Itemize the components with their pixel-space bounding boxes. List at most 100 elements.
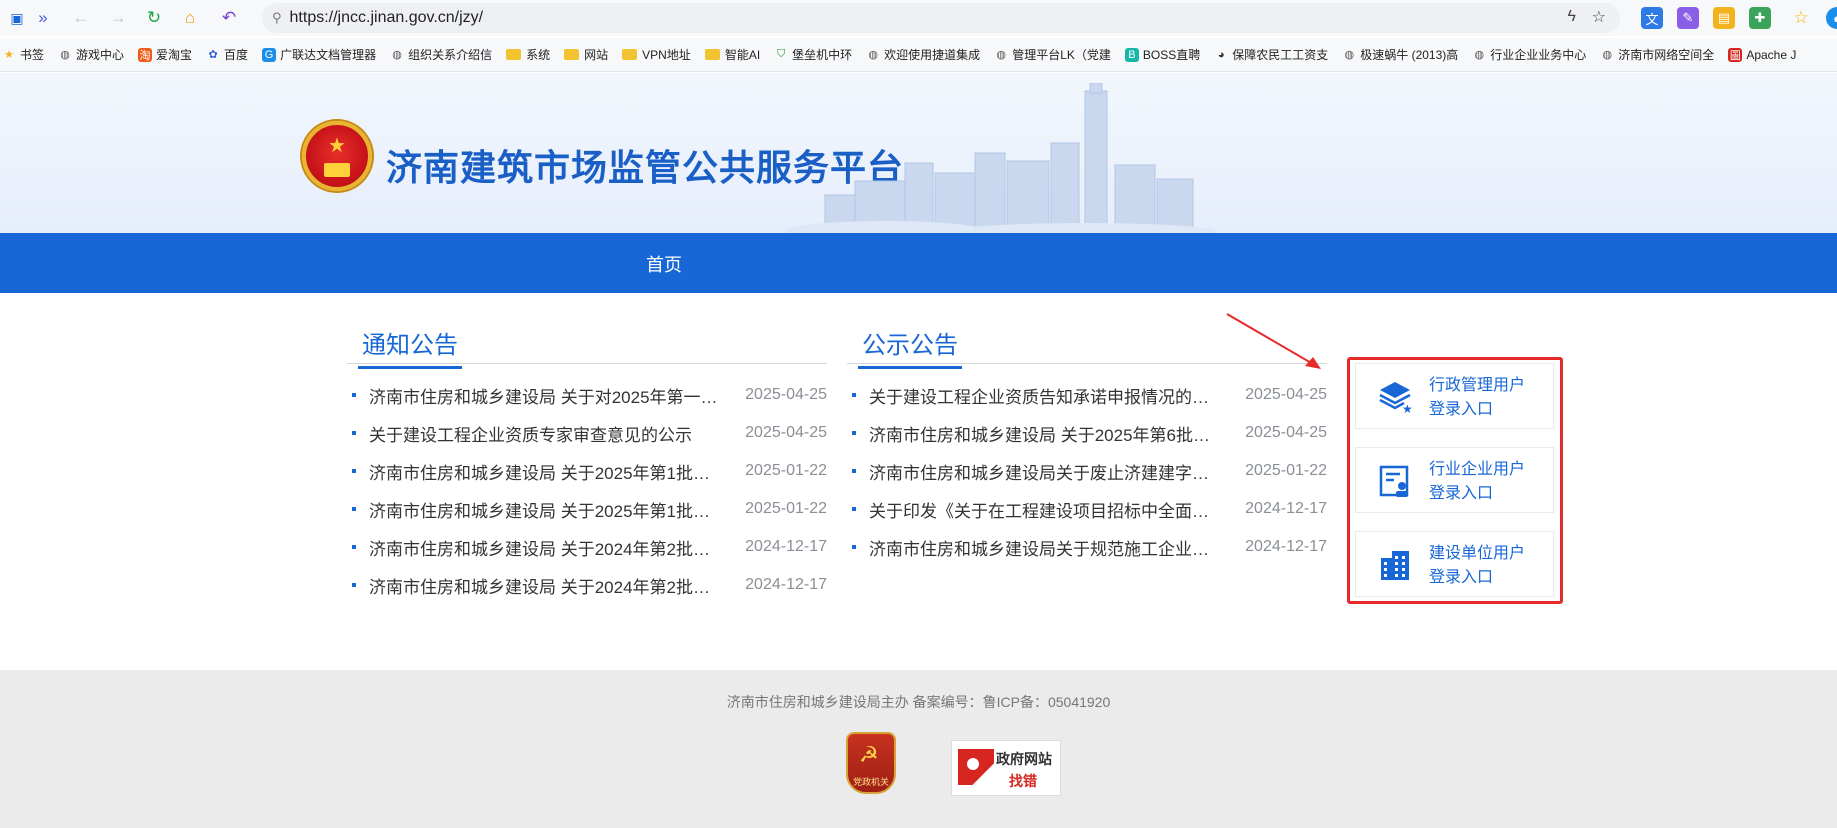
undo-icon[interactable]: ↶ bbox=[214, 3, 244, 33]
puzzle-extension-icon[interactable]: ✚ bbox=[1749, 7, 1771, 29]
folder-icon bbox=[506, 49, 522, 60]
login-entry-panel: ★ 行政管理用户 登录入口 行业企业用户 登录入口 建设单位用户 登录入口 bbox=[1347, 357, 1563, 604]
construction-unit-login-label[interactable]: 建设单位用户 bbox=[1429, 542, 1525, 566]
star-icon: ★ bbox=[4, 49, 14, 61]
bullet-icon bbox=[852, 507, 856, 511]
notice-title[interactable]: 关于建设工程企业资质专家审查意见的公示 bbox=[369, 421, 721, 446]
notice-date: 2025-04-25 bbox=[745, 386, 827, 403]
admin-login-card[interactable]: ★ 行政管理用户 登录入口 bbox=[1355, 363, 1554, 429]
list-item[interactable]: 济南市住房和城乡建设局 关于2024年第2批建设工程企业资质审查意见的公示 202… bbox=[347, 528, 827, 566]
building-icon bbox=[1381, 551, 1409, 580]
list-item[interactable]: 济南市住房和城乡建设局 关于2025年第1批建设工程企业资质核准结果的公告 202… bbox=[347, 490, 827, 528]
main-nav: 首页 bbox=[0, 233, 1837, 293]
notice-title[interactable]: 济南市住房和城乡建设局 关于2024年第2批建设工程企业资质核准结果的公告 bbox=[369, 573, 721, 598]
bookmark-item[interactable]: ◍ 游戏中心 bbox=[58, 46, 124, 63]
notice-title[interactable]: 济南市住房和城乡建设局 关于2024年第2批建设工程企业资质审查意见的公示 bbox=[369, 535, 721, 560]
globe-icon: ◍ bbox=[392, 49, 402, 61]
notice-title[interactable]: 济南市住房和城乡建设局关于废止济建建字相关文件的通知 bbox=[869, 459, 1221, 484]
address-bar[interactable]: ⚲ https://jncc.jinan.gov.cn/jzy/ ϟ ☆ bbox=[262, 3, 1620, 33]
list-item[interactable]: 关于印发《关于在工程建设项目招标中全面推行电子化的通知》 2024-12-17 bbox=[847, 490, 1327, 528]
list-item[interactable]: 济南市住房和城乡建设局 关于2025年第6批建设工程企业资质审查意见的公示 202… bbox=[847, 414, 1327, 452]
notice-title[interactable]: 济南市住房和城乡建设局 关于2025年第6批建设工程企业资质审查意见的公示 bbox=[869, 421, 1221, 446]
bookmark-label: 广联达文档管理器 bbox=[280, 48, 377, 62]
list-item[interactable]: 济南市住房和城乡建设局 关于2025年第1批建设工程企业资质审查意见的公示 202… bbox=[347, 452, 827, 490]
notice-title[interactable]: 关于印发《关于在工程建设项目招标中全面推行电子化的通知》 bbox=[869, 497, 1221, 522]
enterprise-user-icon bbox=[1379, 465, 1409, 497]
bookmark-item[interactable]: B BOSS直聘 bbox=[1124, 46, 1200, 63]
profile-icon[interactable]: ● bbox=[1826, 7, 1837, 29]
publicity-list: 关于建设工程企业资质告知承诺申报情况的公示 2025-04-25 济南市住房和城乡建… bbox=[847, 376, 1327, 566]
bookmark-item[interactable]: ◍ 管理平台LK（党建 bbox=[994, 46, 1111, 63]
list-item[interactable]: 关于建设工程企业资质专家审查意见的公示 2025-04-25 bbox=[347, 414, 827, 452]
bookmark-item[interactable]: G 广联达文档管理器 bbox=[262, 46, 376, 63]
city-skyline-illustration bbox=[785, 83, 1215, 233]
list-item[interactable]: 济南市住房和城乡建设局关于规范施工企业管理的通知 2024-12-17 bbox=[847, 528, 1327, 566]
admin-login-label[interactable]: 行政管理用户 bbox=[1429, 374, 1525, 398]
notice-title[interactable]: 济南市住房和城乡建设局 关于2025年第1批建设工程企业资质核准结果的公告 bbox=[369, 497, 721, 522]
bookmark-item[interactable]: ◍ 组织关系介绍信 bbox=[390, 46, 492, 63]
list-item[interactable]: 济南市住房和城乡建设局 关于对2025年第一批建设工程企业资质审查意见的公示 20… bbox=[347, 376, 827, 414]
lightning-icon[interactable]: ϟ bbox=[1568, 8, 1576, 26]
bookmark-item[interactable]: ◕ 保障农民工工资支 bbox=[1214, 46, 1328, 63]
notice-date: 2025-01-22 bbox=[745, 462, 827, 479]
party-government-badge[interactable]: 党政机关 bbox=[846, 732, 896, 794]
enterprise-login-card[interactable]: 行业企业用户 登录入口 bbox=[1355, 447, 1554, 513]
construction-unit-login-sublabel[interactable]: 登录入口 bbox=[1429, 566, 1525, 590]
bookmark-item[interactable]: ⛉ 堡垒机中环 bbox=[774, 46, 852, 63]
bookmark-label: 济南市网络空间全 bbox=[1618, 48, 1715, 62]
bookmark-item[interactable]: ★ 书签 bbox=[2, 46, 44, 63]
favorites-star-icon[interactable]: ☆ bbox=[1790, 7, 1812, 29]
edit-extension-icon[interactable]: ✎ bbox=[1677, 7, 1699, 29]
notice-title[interactable]: 济南市住房和城乡建设局 关于2025年第1批建设工程企业资质审查意见的公示 bbox=[369, 459, 721, 484]
bookmark-star-icon[interactable]: ☆ bbox=[1592, 7, 1606, 27]
notice-date: 2024-12-17 bbox=[1245, 538, 1327, 555]
construction-unit-login-card[interactable]: 建设单位用户 登录入口 bbox=[1355, 531, 1554, 597]
double-chevron-icon[interactable]: » bbox=[28, 3, 58, 33]
bookmark-item[interactable]: ◍ 欢迎使用捷道集成 bbox=[866, 46, 980, 63]
admin-login-sublabel[interactable]: 登录入口 bbox=[1429, 398, 1525, 422]
bookmark-item[interactable]: ◍ 济南市网络空间全 bbox=[1600, 46, 1714, 63]
bookmark-item[interactable]: ✿ 百度 bbox=[206, 46, 248, 63]
reload-icon[interactable]: ↻ bbox=[139, 3, 169, 33]
bookmark-label: 智能AI bbox=[724, 48, 761, 62]
bookmark-item[interactable]: ◍ 行业企业业务中心 bbox=[1472, 46, 1586, 63]
home-icon[interactable]: ⌂ bbox=[175, 3, 205, 33]
bookmark-item[interactable]: 系统 bbox=[506, 46, 550, 63]
party-badge-label: 党政机关 bbox=[852, 777, 889, 787]
list-item[interactable]: 济南市住房和城乡建设局 关于2024年第2批建设工程企业资质核准结果的公告 202… bbox=[347, 566, 827, 604]
bookmark-item[interactable]: VPN地址 bbox=[622, 46, 691, 63]
address-url[interactable]: https://jncc.jinan.gov.cn/jzy/ bbox=[290, 9, 484, 27]
search-icon: ⚲ bbox=[272, 10, 282, 25]
list-item[interactable]: 济南市住房和城乡建设局关于废止济建建字相关文件的通知 2025-01-22 bbox=[847, 452, 1327, 490]
bookmark-label: 网站 bbox=[584, 48, 609, 62]
enterprise-login-sublabel[interactable]: 登录入口 bbox=[1429, 482, 1525, 506]
notice-title[interactable]: 济南市住房和城乡建设局 关于对2025年第一批建设工程企业资质审查意见的公示 bbox=[369, 383, 721, 408]
bookmark-label: Apache J bbox=[1746, 47, 1797, 62]
back-icon[interactable]: ← bbox=[66, 3, 96, 33]
notice-date: 2025-04-25 bbox=[1245, 386, 1327, 403]
bookmark-item[interactable]: 淘爱淘宝 bbox=[138, 46, 192, 63]
apache-icon: 圖 bbox=[1728, 47, 1743, 62]
panda-icon: ◕ bbox=[1217, 48, 1225, 61]
bookmark-item[interactable]: 网站 bbox=[564, 46, 608, 63]
bookmark-label: 系统 bbox=[526, 48, 551, 62]
bullet-icon bbox=[352, 583, 356, 587]
notice-date: 2025-04-25 bbox=[745, 424, 827, 441]
notice-title[interactable]: 关于建设工程企业资质告知承诺申报情况的公示 bbox=[869, 383, 1221, 408]
footer-copyright: 济南市住房和城乡建设局主办 备案编号：鲁ICP备：05041920 bbox=[726, 694, 1111, 710]
gov-website-error-report-badge[interactable]: 政府网站 找错 bbox=[951, 740, 1061, 796]
notices-section: 通知公告 济南市住房和城乡建设局 关于对2025年第一批建设工程企业资质审查意见… bbox=[347, 318, 827, 604]
list-item[interactable]: 关于建设工程企业资质告知承诺申报情况的公示 2025-04-25 bbox=[847, 376, 1327, 414]
nav-home-link[interactable]: 首页 bbox=[646, 251, 682, 277]
notice-date: 2024-12-17 bbox=[1245, 500, 1327, 517]
forward-icon[interactable]: → bbox=[103, 3, 133, 33]
bookmark-item[interactable]: ◍ 极速蜗牛 (2013)高 bbox=[1342, 46, 1458, 63]
enterprise-login-label[interactable]: 行业企业用户 bbox=[1429, 458, 1525, 482]
bullet-icon bbox=[352, 431, 356, 435]
translate-extension-icon[interactable]: 文 bbox=[1641, 7, 1663, 29]
folder-icon bbox=[704, 49, 720, 60]
bookmark-item[interactable]: 圖 Apache J bbox=[1728, 47, 1797, 62]
bookmark-item[interactable]: 智能AI bbox=[704, 46, 761, 63]
notice-title[interactable]: 济南市住房和城乡建设局关于规范施工企业管理的通知 bbox=[869, 535, 1221, 560]
folder-extension-icon[interactable]: ▤ bbox=[1713, 7, 1735, 29]
